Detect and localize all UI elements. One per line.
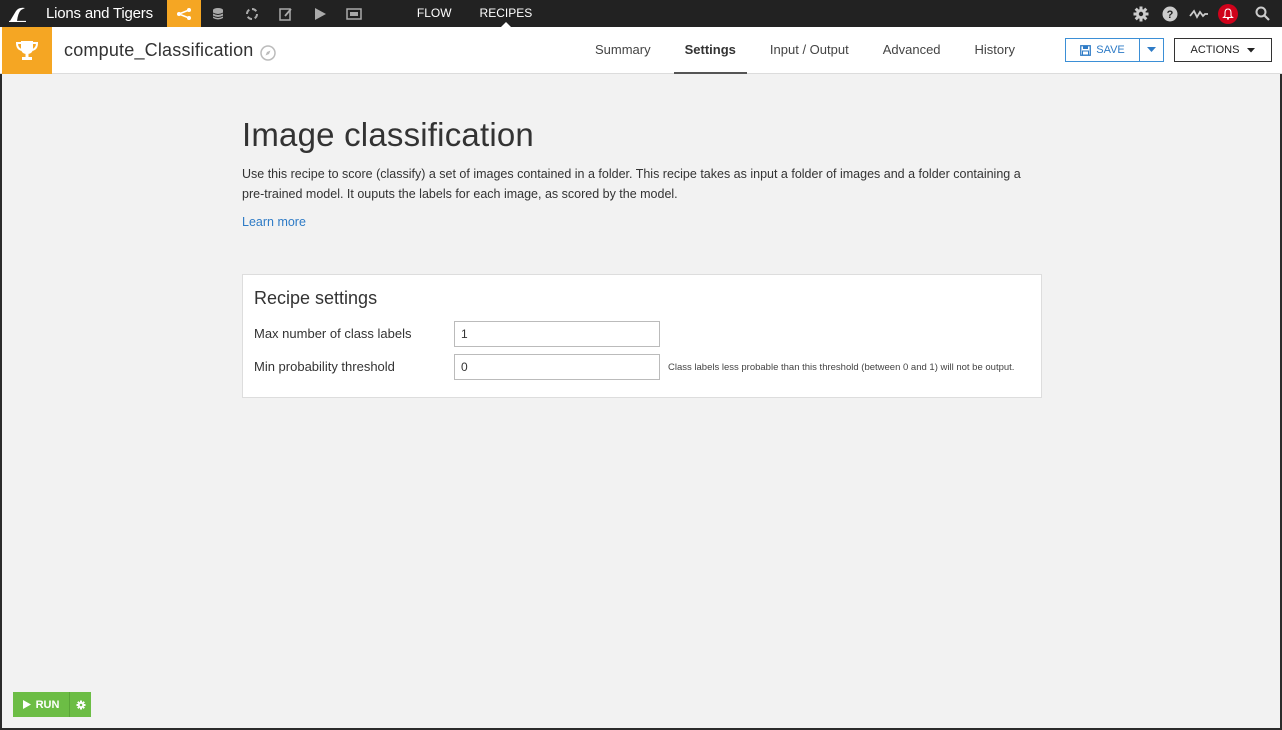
gear-icon [76,700,85,709]
caret-down-icon [1247,47,1256,52]
panel-title: Recipe settings [254,288,378,308]
datasets-icon[interactable] [201,0,235,27]
tab-advanced[interactable]: Advanced [872,27,952,74]
recipe-description: Use this recipe to score (classify) a se… [242,167,1021,201]
flow-icon[interactable] [166,0,201,27]
tab-settings[interactable]: Settings [673,27,747,74]
actions-button[interactable]: ACTIONS [1174,38,1272,62]
run-button-group: RUN [13,692,91,717]
trophy-icon [2,27,52,74]
main-content: Image classification Use this recipe to … [2,74,1280,728]
tab-history[interactable]: History [964,27,1026,74]
save-dropdown-button[interactable] [1139,39,1163,61]
tab-summary[interactable]: Summary [584,27,662,74]
search-icon[interactable] [1242,0,1282,27]
nav-recipes[interactable]: RECIPES [466,0,547,27]
recipe-tabs: Summary Settings Input / Output Advanced… [584,27,1038,74]
page-title: Image classification [242,116,534,153]
tab-input-output[interactable]: Input / Output [759,27,860,74]
gear-icon[interactable] [1126,0,1155,27]
recipe-name[interactable]: compute_Classification [64,40,254,61]
run-settings-button[interactable] [69,692,91,717]
min-probability-input[interactable] [454,354,660,380]
recipe-header: compute_Classification Summary Settings … [0,27,1282,74]
save-label: SAVE [1096,44,1125,56]
top-navbar: Lions and Tigers FLOW RECIPES ? [0,0,1282,27]
run-label: RUN [35,698,60,711]
dataiku-bird-logo[interactable] [0,0,36,27]
activity-icon[interactable] [1184,0,1213,27]
min-probability-help: Class labels less probable than this thr… [668,362,1015,373]
notebook-icon[interactable] [269,0,303,27]
save-button[interactable]: SAVE [1066,39,1139,61]
min-probability-label: Min probability threshold [254,359,395,374]
cycle-icon[interactable] [235,0,269,27]
save-button-group: SAVE [1065,38,1164,62]
recipe-settings-panel: Recipe settings Max number of class labe… [242,274,1042,398]
dashboard-icon[interactable] [337,0,371,27]
actions-label: ACTIONS [1190,44,1240,56]
run-button[interactable]: RUN [13,692,69,717]
play-icon [22,700,31,709]
bell-icon[interactable] [1213,0,1242,27]
svg-text:?: ? [1166,9,1173,21]
compass-icon[interactable] [260,45,276,61]
project-name[interactable]: Lions and Tigers [36,5,167,22]
max-class-labels-input[interactable] [454,321,660,347]
help-icon[interactable]: ? [1155,0,1184,27]
nav-flow[interactable]: FLOW [403,0,466,27]
learn-more-link[interactable]: Learn more [242,215,306,229]
max-class-labels-label: Max number of class labels [254,326,412,341]
floppy-icon [1080,44,1092,56]
chevron-down-icon [1147,47,1156,52]
play-icon[interactable] [303,0,337,27]
